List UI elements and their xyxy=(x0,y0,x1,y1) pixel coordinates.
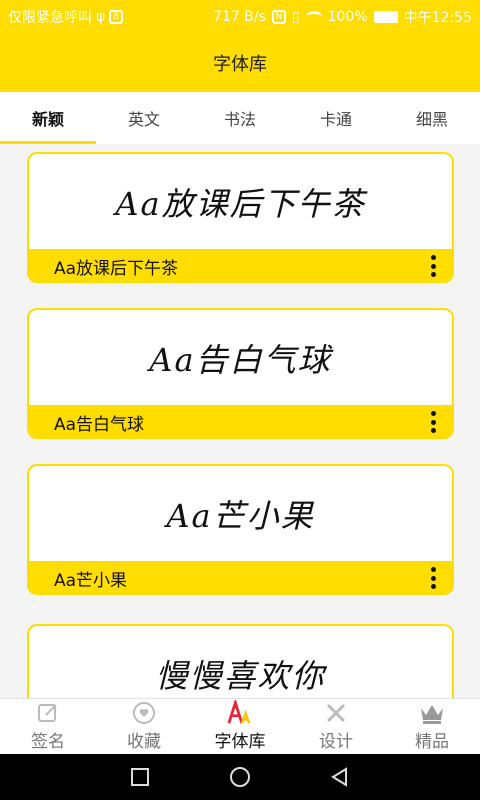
font-name: Aa芒小果 xyxy=(54,570,128,591)
nav-label: 精品 xyxy=(415,732,449,752)
recent-apps-icon[interactable] xyxy=(128,765,152,789)
home-icon[interactable] xyxy=(228,765,252,789)
font-card[interactable]: Aa告白气球 Aa告白气球 xyxy=(27,308,454,439)
nav-label: 设计 xyxy=(319,732,353,752)
font-name: Aa告白气球 xyxy=(54,414,145,435)
tab-cartoon[interactable]: 卡通 xyxy=(288,92,384,144)
nav-label: 字体库 xyxy=(214,732,266,752)
system-nav-bar xyxy=(0,754,480,800)
nfc-icon: N xyxy=(271,10,286,24)
nav-favorites[interactable]: 收藏 xyxy=(96,699,192,754)
battery-icon xyxy=(373,11,398,23)
category-tabs: 新颖 英文 书法 卡通 细黑 xyxy=(0,92,480,144)
tab-novel[interactable]: 新颖 xyxy=(0,92,96,144)
page-title: 字体库 xyxy=(213,54,267,75)
heart-icon xyxy=(131,701,157,725)
more-options-icon[interactable] xyxy=(426,565,440,591)
font-preview[interactable]: Aa芒小果 xyxy=(29,466,452,561)
font-card[interactable]: 慢慢喜欢你 xyxy=(27,624,454,698)
status-bar: 仅限紧急呼叫 ψ 8 717 B/s N ▯ 100% 中午12:55 xyxy=(0,0,480,34)
wifi-icon xyxy=(305,11,322,23)
more-options-icon[interactable] xyxy=(426,409,440,435)
nav-label: 收藏 xyxy=(127,732,161,752)
notification-icon: 8 xyxy=(109,10,124,24)
clock: 中午12:55 xyxy=(403,10,472,26)
nav-design[interactable]: 设计 xyxy=(288,699,384,754)
nav-font-library[interactable]: 字体库 xyxy=(192,699,288,754)
tab-calligraphy[interactable]: 书法 xyxy=(192,92,288,144)
font-card[interactable]: Aa芒小果 Aa芒小果 xyxy=(27,464,454,595)
design-icon xyxy=(323,701,349,725)
font-card-footer: Aa告白气球 xyxy=(29,405,452,437)
font-icon xyxy=(227,700,253,725)
carrier-text: 仅限紧急呼叫 xyxy=(8,10,92,26)
font-list[interactable]: Aa放课后下午茶 Aa放课后下午茶 Aa告白气球 Aa告白气球 Aa芒小果 Aa… xyxy=(0,144,480,698)
font-card-footer: Aa放课后下午茶 xyxy=(29,249,452,281)
font-preview[interactable]: Aa告白气球 xyxy=(29,310,452,405)
nav-signature[interactable]: 签名 xyxy=(0,699,96,754)
tab-thin-black[interactable]: 细黑 xyxy=(384,92,480,144)
edit-icon xyxy=(35,701,61,725)
font-preview[interactable]: Aa放课后下午茶 xyxy=(29,154,452,249)
network-speed: 717 B/s xyxy=(213,9,266,25)
font-preview[interactable]: 慢慢喜欢你 xyxy=(29,626,452,698)
more-options-icon[interactable] xyxy=(426,253,440,279)
app-header: 字体库 xyxy=(0,34,480,92)
nav-premium[interactable]: 精品 xyxy=(384,699,480,754)
vibrate-icon: ▯ xyxy=(291,9,300,25)
usb-icon: ψ xyxy=(96,9,106,25)
bottom-nav: 签名 收藏 字体库 设计 精品 xyxy=(0,698,480,754)
font-card-footer: Aa芒小果 xyxy=(29,561,452,593)
battery-percent: 100% xyxy=(327,9,368,25)
back-icon[interactable] xyxy=(328,765,352,789)
font-card[interactable]: Aa放课后下午茶 Aa放课后下午茶 xyxy=(27,152,454,283)
tab-english[interactable]: 英文 xyxy=(96,92,192,144)
nav-label: 签名 xyxy=(31,732,65,752)
font-name: Aa放课后下午茶 xyxy=(54,258,179,279)
crown-icon xyxy=(419,701,445,725)
